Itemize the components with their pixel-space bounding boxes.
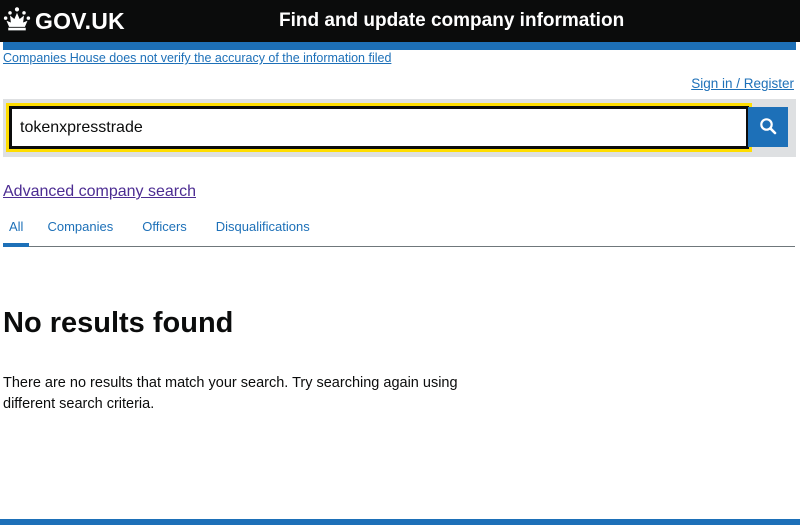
search-icon — [759, 117, 777, 138]
tab-officers[interactable]: Officers — [142, 210, 199, 246]
site-header: GOV.UK Find and update company informati… — [0, 0, 800, 42]
tab-all[interactable]: All — [3, 210, 30, 247]
govuk-logo-link[interactable]: GOV.UK — [3, 6, 125, 36]
page-title: No results found — [3, 307, 234, 339]
govuk-logo-text: GOV.UK — [35, 7, 125, 34]
advanced-search-link[interactable]: Advanced company search — [3, 183, 196, 201]
sign-in-register-link[interactable]: Sign in / Register — [691, 76, 794, 91]
header-blue-bar — [3, 42, 796, 50]
search-button[interactable] — [748, 107, 788, 147]
service-name-link[interactable]: Find and update company information — [279, 10, 624, 32]
footer-blue-bar — [0, 519, 800, 525]
search-panel — [3, 99, 796, 157]
crown-icon — [3, 5, 31, 38]
tab-disqualifications[interactable]: Disqualifications — [216, 210, 322, 246]
results-tabs: All Companies Officers Disqualifications — [3, 210, 795, 247]
disclaimer-link[interactable]: Companies House does not verify the accu… — [3, 51, 391, 65]
search-input[interactable] — [6, 103, 752, 152]
tab-companies[interactable]: Companies — [47, 210, 125, 246]
no-results-message: There are no results that match your sea… — [3, 375, 458, 412]
